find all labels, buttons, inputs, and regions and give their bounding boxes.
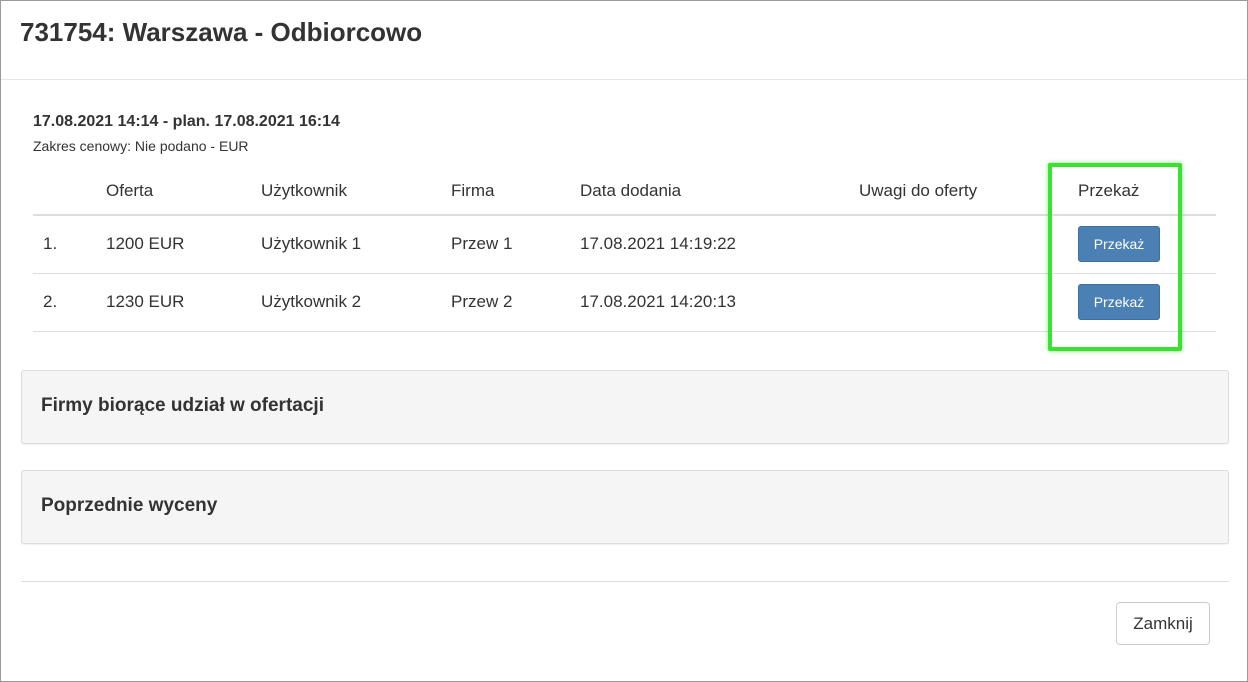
header-transfer: Przekaż <box>1078 180 1140 200</box>
transfer-button[interactable]: Przekaż <box>1078 226 1160 263</box>
row-date-added: 17.08.2021 14:19:22 <box>580 234 736 254</box>
offers-table-header: Oferta Użytkownik Firma Data dodania Uwa… <box>33 167 1216 215</box>
modal-title: 731754: Warszawa - Odbiorcowo <box>20 17 423 47</box>
offers-table: Oferta Użytkownik Firma Data dodania Uwa… <box>33 167 1216 332</box>
table-row: 2. 1230 EUR Użytkownik 2 Przew 2 17.08.2… <box>33 273 1216 331</box>
row-notes <box>859 215 1078 273</box>
row-number: 2. <box>43 292 58 311</box>
row-number: 1. <box>43 234 58 254</box>
price-range-text: Zakres cenowy: Nie podano - EUR <box>33 138 249 154</box>
header-firm: Firma <box>451 180 495 200</box>
row-notes <box>859 273 1078 331</box>
offer-modal: 731754: Warszawa - Odbiorcowo 17.08.2021… <box>0 0 1248 682</box>
previous-quotes-title[interactable]: Poprzednie wyceny <box>41 495 217 517</box>
close-button[interactable]: Zamknij <box>1116 602 1210 645</box>
row-user: Użytkownik 1 <box>261 234 362 254</box>
row-firm: Przew 1 <box>451 234 513 254</box>
participating-firms-title[interactable]: Firmy biorące udział w ofertacji <box>41 395 324 417</box>
previous-quotes-panel[interactable]: Poprzednie wyceny <box>21 470 1229 544</box>
participating-firms-panel[interactable]: Firmy biorące udział w ofertacji <box>21 370 1229 444</box>
row-firm: Przew 2 <box>451 292 513 311</box>
transfer-button[interactable]: Przekaż <box>1078 284 1160 320</box>
row-transfer-cell: Przekaż <box>1078 273 1216 331</box>
row-transfer-cell: Przekaż <box>1078 215 1216 273</box>
header-user: Użytkownik <box>261 180 347 200</box>
footer-divider <box>21 581 1229 582</box>
table-header-row: Oferta Użytkownik Firma Data dodania Uwa… <box>33 167 1216 215</box>
schedule-date-line: 17.08.2021 14:14 - plan. 17.08.2021 16:1… <box>33 113 340 130</box>
table-row: 1. 1200 EUR Użytkownik 1 Przew 1 17.08.2… <box>33 215 1216 273</box>
header-date-added: Data dodania <box>580 180 682 200</box>
header-notes: Uwagi do oferty <box>859 180 978 200</box>
offers-table-body: 1. 1200 EUR Użytkownik 1 Przew 1 17.08.2… <box>33 215 1216 331</box>
row-date-added: 17.08.2021 14:20:13 <box>580 292 736 311</box>
header-offer: Oferta <box>106 180 154 200</box>
row-offer: 1200 EUR <box>106 234 185 254</box>
header-number <box>33 167 106 215</box>
modal-header: 731754: Warszawa - Odbiorcowo <box>1 1 1247 80</box>
row-offer: 1230 EUR <box>106 292 185 311</box>
row-user: Użytkownik 2 <box>261 292 362 311</box>
